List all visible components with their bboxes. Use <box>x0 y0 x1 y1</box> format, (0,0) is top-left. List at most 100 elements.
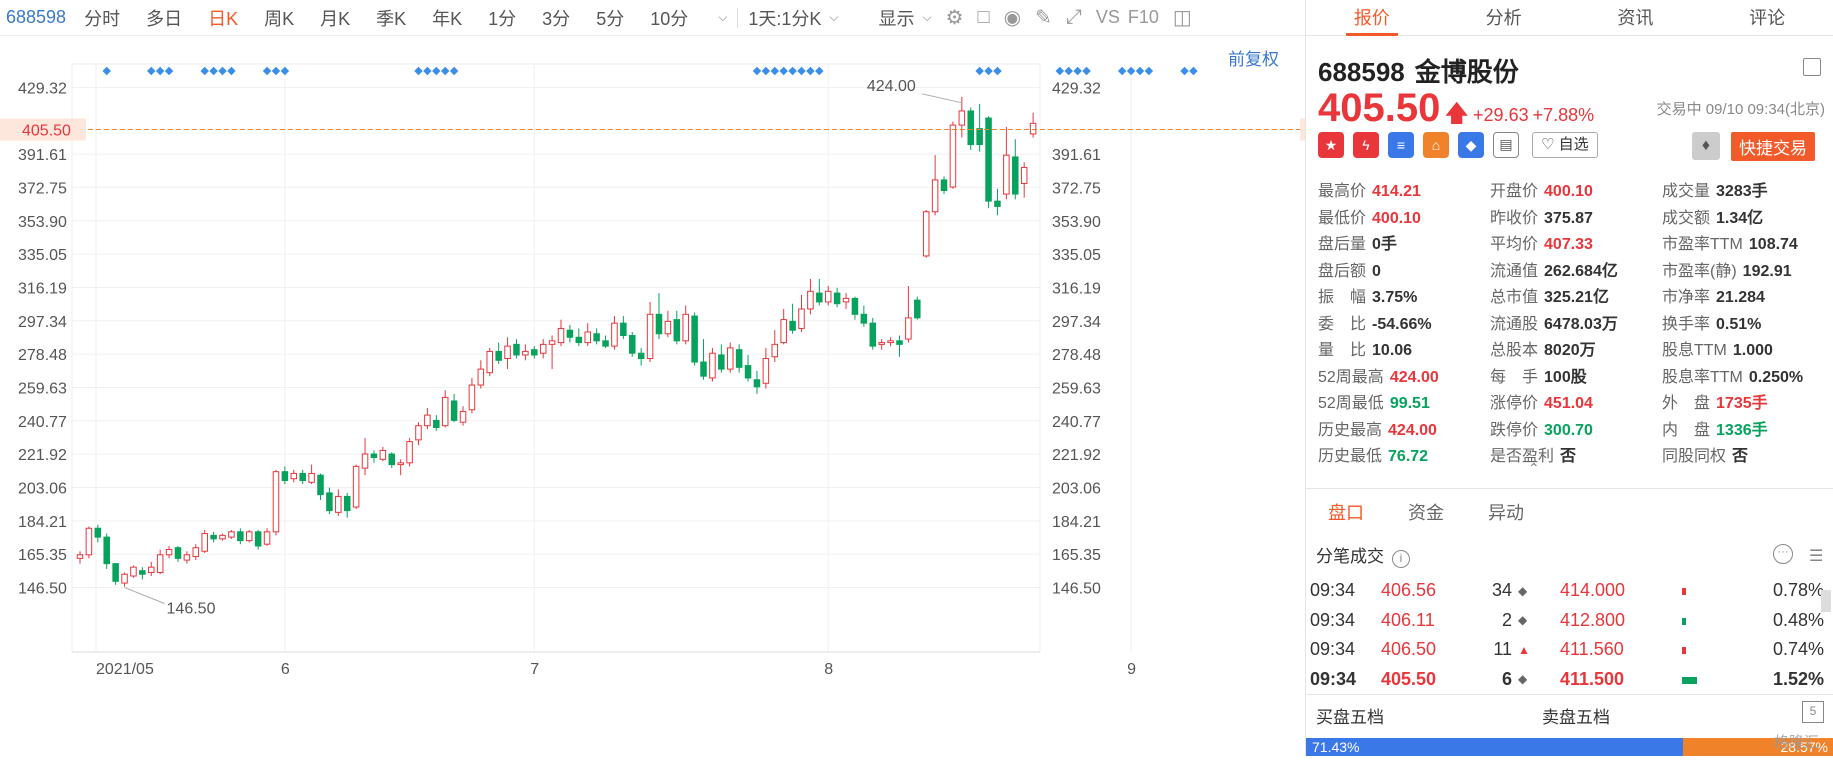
candle-body <box>415 425 422 441</box>
candlestick-chart[interactable]: 146.50 165.35 184.21 203.06 221.92 240.77 259.… <box>0 36 1370 756</box>
tab-news[interactable]: 资讯 <box>1570 0 1702 35</box>
arrow-up-icon: 🡅 <box>1444 100 1470 127</box>
chart-canvas[interactable]: 146.50 165.35 184.21 203.06 221.92 240.77 259.… <box>0 36 1370 756</box>
candle-body <box>816 292 823 303</box>
stat-label: 换手率 <box>1662 315 1711 333</box>
signal-dot-icon <box>770 66 780 76</box>
stat-value: 0手 <box>1372 236 1397 254</box>
y-tick-label-right: 372.75 <box>1052 180 1101 197</box>
period-tab-yearly[interactable]: 年K <box>432 5 462 31</box>
flag-icon[interactable]: ★ <box>1318 132 1344 158</box>
gear-icon[interactable]: ⚙ <box>946 5 964 30</box>
f10-button[interactable]: F10 <box>1128 7 1159 28</box>
tab-analysis[interactable]: 分析 <box>1438 0 1570 35</box>
database-icon[interactable]: ≡ <box>1388 132 1414 158</box>
add-watchlist-button[interactable]: ♡ 自选 <box>1532 132 1598 158</box>
stat-label: 成交量 <box>1662 183 1711 201</box>
stat-label: 振 幅 <box>1318 289 1367 307</box>
tick-percent: 0.74% <box>1772 639 1824 660</box>
tab-quote[interactable]: 报价 <box>1306 0 1438 36</box>
level-five-icon[interactable]: 5 <box>1802 701 1824 723</box>
stat-cell: 历史最低 76.72 <box>1318 442 1490 466</box>
quote-tabs: 报价 分析 资讯 评论 <box>1306 0 1833 36</box>
y-tick-label-left: 221.92 <box>18 447 67 464</box>
candle-body <box>156 554 164 573</box>
tick-direction-icon: ▲ <box>1518 642 1530 657</box>
signal-dot-icon <box>449 66 459 76</box>
camera-icon[interactable]: ◉ <box>1004 5 1021 30</box>
y-tick-label-right: 429.32 <box>1052 80 1101 97</box>
expand-icon[interactable]: ⤢ <box>1066 6 1082 29</box>
signal-dot-icon <box>1189 66 1198 76</box>
candle-body <box>219 534 226 540</box>
stat-cell: 换手率 0.51% <box>1662 310 1833 334</box>
stat-value: 1.000 <box>1732 342 1773 360</box>
period-tab-1min[interactable]: 1分 <box>488 5 516 31</box>
period-tab-weekly[interactable]: 周K <box>264 5 294 31</box>
y-tick-label-right: 316.19 <box>1052 280 1101 297</box>
period-tab-5min[interactable]: 5分 <box>596 5 624 31</box>
period-tab-10min[interactable]: 10分 <box>650 5 688 31</box>
stat-value: 414.21 <box>1372 183 1421 201</box>
list-view-icon[interactable]: ☰ <box>1809 546 1825 566</box>
candle-body <box>700 361 707 377</box>
candle-body <box>789 320 796 331</box>
sidebar-toggle-icon[interactable]: ◫ <box>1173 5 1192 30</box>
y-tick-label-right: 259.63 <box>1052 380 1101 397</box>
y-tick-label-left: 203.06 <box>18 480 67 497</box>
interval-select[interactable]: 1天:1分K <box>748 5 821 31</box>
stock-code-label[interactable]: 688598 <box>6 7 66 28</box>
signal-dot-icon <box>993 66 1002 76</box>
stat-value: 300.70 <box>1544 421 1593 439</box>
candle-body <box>85 527 93 556</box>
period-tab-3min[interactable]: 3分 <box>542 5 570 31</box>
y-tick-label-left: 353.90 <box>18 214 67 231</box>
period-tab-intraday[interactable]: 分时 <box>84 5 120 31</box>
period-tab-quarterly[interactable]: 季K <box>376 5 406 31</box>
candle-body <box>531 349 538 356</box>
tab-capital[interactable]: 资金 <box>1386 489 1466 528</box>
tab-orderbook[interactable]: 盘口 <box>1306 489 1386 528</box>
chevron-down-icon[interactable]: ⌵ <box>922 10 931 25</box>
display-menu[interactable]: 显示 <box>878 5 914 31</box>
chevron-up-icon[interactable]: ⌃ <box>1528 460 1540 477</box>
stat-cell: 委 比 -54.66% <box>1318 310 1490 334</box>
square-icon[interactable]: □ <box>978 6 990 29</box>
quick-trade-button[interactable]: 快捷交易 <box>1731 132 1815 161</box>
stock-title: 688598 金博股份 <box>1318 52 1519 89</box>
chevron-down-icon[interactable]: ⌵ <box>718 10 727 25</box>
signal-dot-icon <box>752 66 762 76</box>
tab-comments[interactable]: 评论 <box>1701 0 1833 35</box>
document-icon[interactable]: ▤ <box>1493 132 1519 158</box>
stat-label: 总市值 <box>1490 289 1539 307</box>
pencil-icon[interactable]: ✎ <box>1035 5 1052 30</box>
signal-dot-icon <box>271 66 281 76</box>
period-tab-monthly[interactable]: 月K <box>320 5 350 31</box>
stat-cell: 52周最高 424.00 <box>1318 363 1490 387</box>
candle-body <box>237 531 244 542</box>
lightning-icon[interactable]: ϟ <box>1353 132 1379 158</box>
signal-dot-icon <box>779 66 788 76</box>
tab-anomaly[interactable]: 异动 <box>1466 489 1546 528</box>
info-icon[interactable]: i <box>1392 550 1410 568</box>
menu-icon[interactable] <box>1803 58 1821 76</box>
candle-body <box>905 317 912 340</box>
stats-row: 振 幅 3.75% 总市值 325.21亿 市净率 21.284 <box>1318 282 1833 309</box>
stat-cell: 同股同权否 <box>1662 442 1833 466</box>
period-tab-multiday[interactable]: 多日 <box>146 5 182 31</box>
candle-body <box>1003 154 1010 195</box>
shop-icon[interactable]: ⌂ <box>1423 132 1449 158</box>
bell-icon[interactable]: ♦ <box>1692 132 1720 160</box>
candle-body <box>450 400 458 421</box>
tag-icon[interactable]: ◆ <box>1458 132 1484 158</box>
period-tab-daily[interactable]: 日K <box>208 5 238 31</box>
scrollbar[interactable] <box>1821 590 1831 612</box>
adjust-mode-button[interactable]: 前复权 <box>1228 50 1279 69</box>
x-tick-label: 9 <box>1127 661 1136 678</box>
y-tick-label-left: 429.32 <box>18 80 67 97</box>
stat-cell: 每 手 100股 <box>1490 363 1640 387</box>
vs-button[interactable]: VS <box>1096 7 1120 28</box>
tick-level-price: 411.500 <box>1560 668 1625 689</box>
more-options-icon[interactable]: ··· <box>1773 544 1793 564</box>
chevron-down-icon[interactable]: ⌵ <box>829 10 838 25</box>
